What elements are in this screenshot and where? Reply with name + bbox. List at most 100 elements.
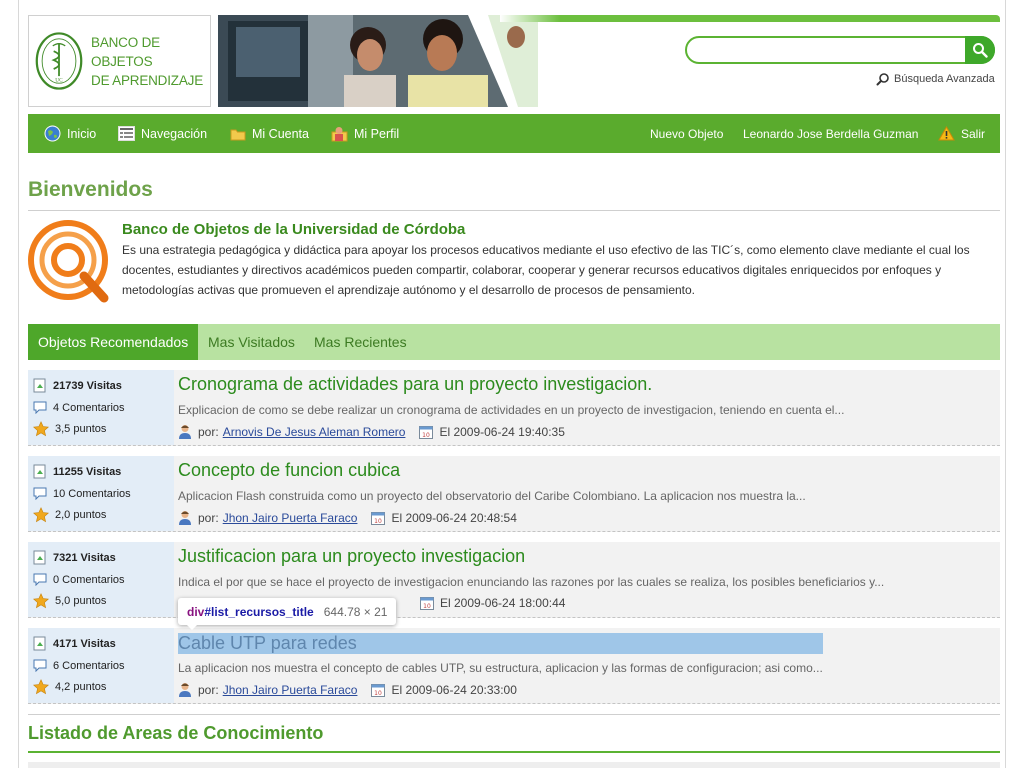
item-date: 10 El 2009-06-24 19:40:35 (419, 425, 565, 439)
svg-text:10: 10 (423, 603, 431, 610)
divider (28, 714, 1000, 715)
nav-item-mi-cuenta[interactable]: Mi Cuenta (230, 114, 309, 153)
tab-bar: Objetos Recomendados Mas Visitados Mas R… (28, 324, 1000, 360)
tab-mas-visitados[interactable]: Mas Visitados (208, 324, 295, 360)
logo-line-2: DE APRENDIZAJE (91, 72, 203, 88)
list-icon (118, 126, 135, 141)
search-input[interactable] (697, 41, 957, 59)
document-icon (33, 636, 46, 651)
welcome-heading: Bienvenidos (28, 178, 153, 201)
comments-count: 10 Comentarios (53, 487, 131, 500)
magnifier-logo-icon (28, 220, 109, 303)
star-icon (33, 507, 49, 523)
by-label: por: (198, 511, 219, 525)
page-border-right (1005, 0, 1006, 768)
item-date: 10 El 2009-06-24 18:00:44 (420, 596, 565, 610)
profile-icon (331, 126, 348, 141)
inspector-tooltip: div #list_recursos_title 644.78 × 21 (178, 598, 397, 625)
tab-mas-recientes[interactable]: Mas Recientes (314, 324, 407, 360)
svg-text:10: 10 (375, 690, 383, 697)
logout-label: Salir (961, 126, 986, 141)
search-box (685, 36, 995, 64)
user-icon (179, 425, 191, 439)
star-icon (33, 421, 49, 437)
comments-count: 0 Comentarios (53, 573, 125, 586)
comments-stat: 0 Comentarios (33, 573, 125, 586)
user-icon (179, 683, 191, 697)
main-nav: Inicio Navegación Mi Cuenta Mi Perfil Nu… (28, 114, 1000, 153)
comment-icon (33, 401, 47, 414)
site-logo[interactable]: UC BANCO DE OBJETOS DE APRENDIZAJE (28, 15, 211, 107)
comment-icon (33, 659, 47, 672)
item-description: Explicacion de como se debe realizar un … (178, 403, 845, 417)
points-stat: 5,0 puntos (33, 593, 106, 609)
inspector-tag: div (187, 604, 205, 619)
inspector-tooltip-arrow (186, 624, 198, 630)
logout-link[interactable]: Salir (938, 114, 985, 153)
nav-label-mi-cuenta: Mi Cuenta (252, 126, 309, 141)
nav-item-inicio[interactable]: Inicio (44, 114, 96, 153)
user-name-label: Leonardo Jose Berdella Guzman (743, 126, 919, 141)
item-title-link[interactable]: Justificacion para un proyecto investiga… (178, 546, 525, 567)
comments-stat: 4 Comentarios (33, 401, 125, 414)
nav-item-navegacion[interactable]: Navegación (118, 114, 207, 153)
user-icon (179, 511, 191, 525)
item-description: La aplicacion nos muestra el concepto de… (178, 661, 823, 675)
comment-icon (33, 487, 47, 500)
comment-icon (33, 573, 47, 586)
user-name-link[interactable]: Leonardo Jose Berdella Guzman (743, 114, 918, 153)
search-button[interactable] (965, 36, 995, 64)
date-value: El 2009-06-24 20:33:00 (391, 683, 517, 697)
nav-item-mi-perfil[interactable]: Mi Perfil (331, 114, 399, 153)
item-stats: 21739 Visitas 4 Comentarios 3,5 puntos (28, 370, 174, 445)
new-object-link[interactable]: Nuevo Objeto (650, 114, 723, 153)
document-icon (33, 378, 46, 393)
calendar-icon: 10 (371, 512, 386, 525)
header-banner-image (218, 15, 538, 107)
areas-underline (28, 751, 1000, 753)
calendar-icon: 10 (420, 597, 434, 610)
item-description: Indica el por que se hace el proyecto de… (178, 575, 885, 589)
by-label: por: (198, 683, 219, 697)
logo-line-1: BANCO DE OBJETOS (91, 34, 160, 69)
item-meta: por: Arnovis De Jesus Aleman Romero 10 E… (178, 424, 565, 440)
university-seal-icon: UC (35, 32, 83, 90)
visits-count: 4171 Visitas (53, 637, 116, 650)
list-item: 21739 Visitas 4 Comentarios 3,5 puntos C… (28, 370, 1000, 446)
item-date: 10 El 2009-06-24 20:48:54 (371, 511, 517, 525)
areas-heading: Listado de Areas de Conocimiento (28, 723, 324, 743)
star-icon (33, 593, 49, 609)
intro-title: Banco de Objetos de la Universidad de Có… (122, 221, 466, 238)
author-link[interactable]: Jhon Jairo Puerta Faraco (223, 511, 358, 525)
list-item: 7321 Visitas 0 Comentarios 5,0 puntos Ju… (28, 542, 1000, 618)
inspector-id: #list_recursos_title (204, 604, 314, 619)
svg-text:10: 10 (375, 518, 383, 525)
warning-icon (938, 126, 955, 141)
item-meta: por: Jhon Jairo Puerta Faraco 10 El 2009… (178, 510, 517, 526)
points-value: 3,5 puntos (55, 423, 107, 435)
visits-count: 7321 Visitas (53, 551, 116, 564)
item-title-link[interactable]: Cronograma de actividades para un proyec… (178, 374, 652, 395)
inspector-size: 644.78 × 21 (323, 604, 388, 619)
document-icon (33, 550, 46, 565)
calendar-icon: 10 (371, 684, 386, 697)
item-title-link[interactable]: Cable UTP para redes (178, 633, 823, 654)
intro-text: Es una estrategia pedagógica y didáctica… (122, 243, 970, 297)
advanced-search-link[interactable]: Búsqueda Avanzada (876, 72, 995, 86)
nav-label-mi-perfil: Mi Perfil (354, 126, 400, 141)
list-item: 11255 Visitas 10 Comentarios 2,0 puntos … (28, 456, 1000, 532)
tab-objetos-recomendados[interactable]: Objetos Recomendados (28, 324, 199, 360)
author-link[interactable]: Arnovis De Jesus Aleman Romero (223, 425, 406, 439)
visits-count: 21739 Visitas (53, 379, 122, 392)
points-stat: 3,5 puntos (33, 421, 106, 437)
search-icon (973, 43, 988, 58)
advanced-search-label: Búsqueda Avanzada (894, 73, 995, 85)
folder-icon (230, 129, 246, 140)
nav-label-navegacion: Navegación (141, 126, 208, 141)
points-stat: 4,2 puntos (33, 679, 106, 695)
document-icon (33, 464, 46, 479)
author-link[interactable]: Jhon Jairo Puerta Faraco (223, 683, 358, 697)
item-title-link[interactable]: Concepto de funcion cubica (178, 460, 400, 481)
new-object-label: Nuevo Objeto (650, 126, 724, 141)
visits-stat: 11255 Visitas (33, 464, 121, 479)
